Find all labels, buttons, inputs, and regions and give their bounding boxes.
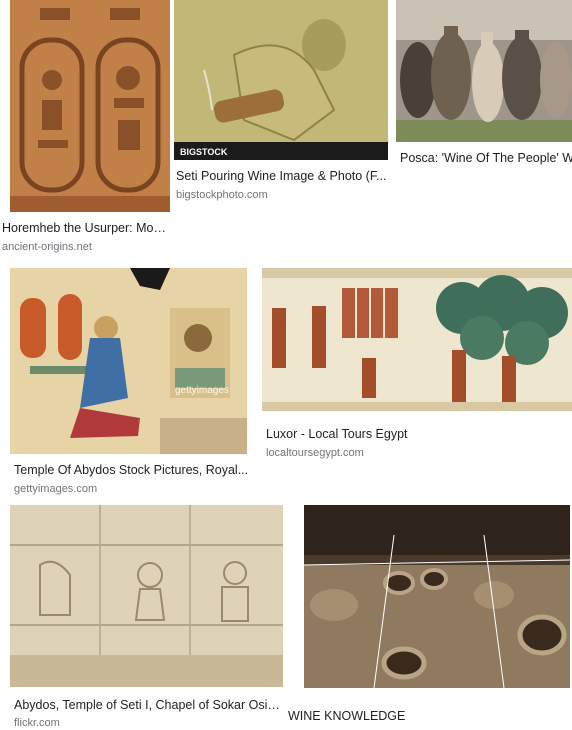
clay-amphorae-image — [396, 0, 572, 142]
result-card-luxor-local-tours[interactable]: Luxor - Local Tours Egypt localtoursegyp… — [262, 262, 572, 467]
result-source: bigstockphoto.com — [176, 189, 268, 201]
result-title: Luxor - Local Tours Egypt — [266, 427, 408, 441]
result-thumbnail[interactable] — [10, 505, 283, 687]
result-thumbnail[interactable] — [304, 505, 570, 688]
result-title: Abydos, Temple of Seti I, Chapel of Soka… — [14, 698, 282, 712]
result-title: Horemheb the Usurper: Monu... — [2, 221, 172, 235]
result-thumbnail[interactable]: BIGSTOCK — [174, 0, 388, 160]
painted-temple-relief-image: gettyimages — [10, 268, 247, 454]
result-thumbnail[interactable]: gettyimages — [10, 268, 247, 454]
result-title: Temple Of Abydos Stock Pictures, Royal..… — [14, 463, 249, 477]
result-thumbnail[interactable] — [262, 268, 572, 411]
result-title: WINE KNOWLEDGE — [288, 709, 406, 723]
result-card-seti-pouring-wine[interactable]: BIGSTOCK Seti Pouring Wine Image & Photo… — [174, 0, 390, 205]
result-thumbnail[interactable] — [10, 0, 170, 212]
result-source: gettyimages.com — [14, 483, 98, 495]
gettyimages-watermark: gettyimages — [175, 385, 229, 396]
carved-stone-relief-image — [10, 505, 283, 687]
result-card-horemheb[interactable]: Horemheb the Usurper: Monu... ancient-or… — [0, 0, 172, 258]
result-thumbnail[interactable] — [396, 0, 572, 142]
result-source: ancient-origins.net — [2, 241, 92, 253]
result-card-abydos-seti-chapel[interactable]: Abydos, Temple of Seti I, Chapel of Soka… — [0, 500, 286, 729]
result-title: Posca: 'Wine Of The People' Wa — [400, 151, 572, 165]
excavated-wine-jars-image — [304, 505, 570, 688]
result-source: flickr.com — [14, 717, 60, 729]
hieroglyph-relief-image — [10, 0, 170, 212]
wine-harvest-painting-image — [262, 268, 572, 411]
relief-pouring-wine-image: BIGSTOCK — [174, 0, 388, 160]
result-title: Seti Pouring Wine Image & Photo (F... — [176, 169, 387, 183]
bigstock-watermark: BIGSTOCK — [180, 147, 228, 157]
result-card-wine-knowledge[interactable]: WINE KNOWLEDGE — [286, 500, 572, 724]
result-source: localtoursegypt.com — [266, 447, 364, 459]
result-card-temple-of-abydos[interactable]: gettyimages Temple Of Abydos Stock Pictu… — [0, 262, 252, 500]
result-card-posca[interactable]: Posca: 'Wine Of The People' Wa — [396, 0, 572, 175]
